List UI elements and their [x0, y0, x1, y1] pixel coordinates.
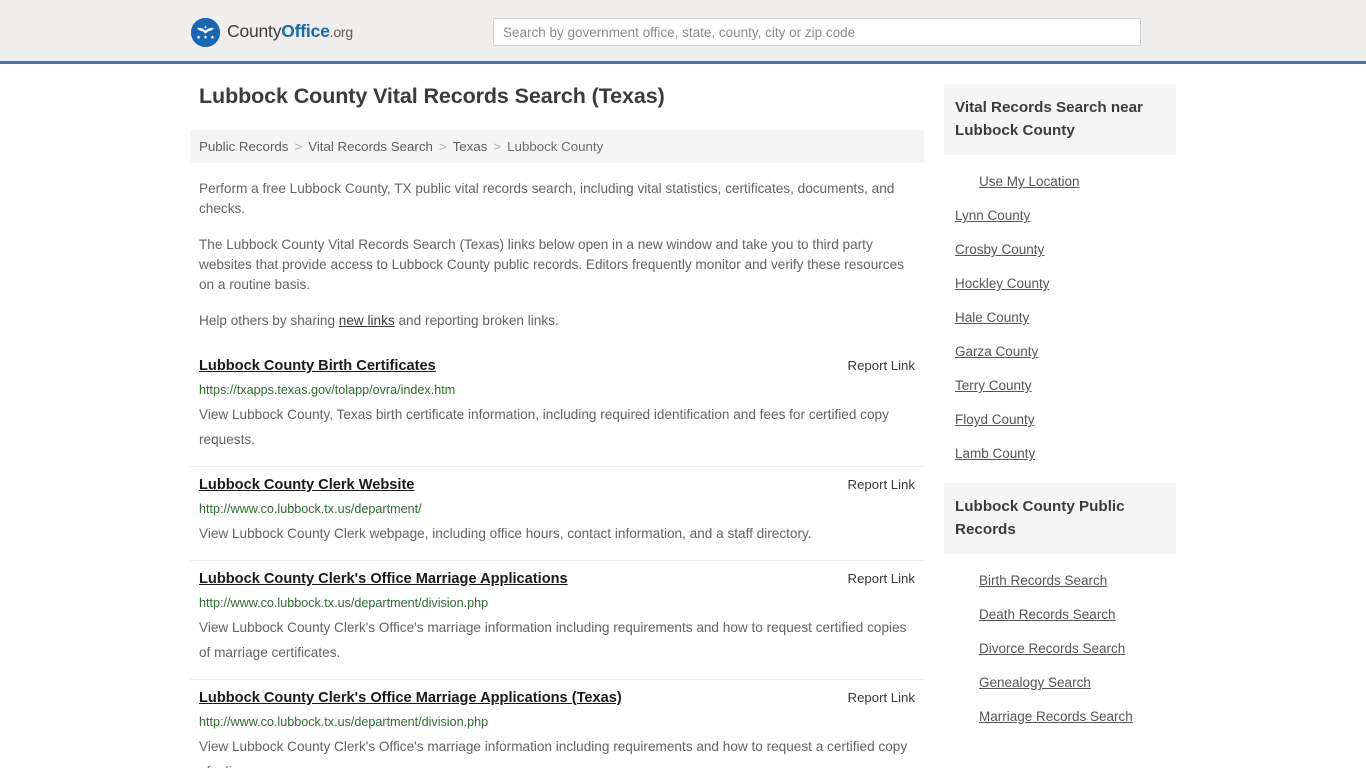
list-item: Death Records Search	[944, 598, 1176, 632]
logo-text-org: .org	[329, 24, 354, 41]
report-link-button[interactable]: Report Link	[848, 475, 915, 495]
list-item: Garza County	[944, 335, 1176, 369]
breadcrumb-separator: >	[493, 138, 502, 154]
results-list: Lubbock County Birth Certificates Report…	[190, 347, 924, 768]
public-records-box: Lubbock County Public Records Birth Reco…	[944, 483, 1176, 734]
report-link-button[interactable]: Report Link	[848, 569, 915, 589]
list-item: Terry County	[944, 369, 1176, 403]
breadcrumb-separator: >	[294, 138, 303, 154]
nearby-searches-box: Vital Records Search near Lubbock County…	[944, 84, 1176, 471]
result-title-link[interactable]: Lubbock County Clerk's Office Marriage A…	[199, 569, 568, 589]
result-title-link[interactable]: Lubbock County Birth Certificates	[199, 356, 436, 376]
intro-p3-after: and reporting broken links.	[394, 312, 559, 328]
breadcrumb-item-texas[interactable]: Texas	[453, 139, 488, 154]
public-records-list: Birth Records Search Death Records Searc…	[944, 554, 1176, 734]
use-my-location-link[interactable]: Use My Location	[944, 165, 1176, 199]
list-item: Marriage Records Search	[944, 700, 1176, 734]
list-item: Crosby County	[944, 233, 1176, 267]
result-item: Lubbock County Clerk's Office Marriage A…	[190, 561, 924, 680]
sidebar-item-death-records-search[interactable]: Death Records Search	[944, 598, 1176, 632]
search-bar[interactable]	[493, 18, 1141, 46]
intro-paragraph-1: Perform a free Lubbock County, TX public…	[199, 180, 895, 216]
list-item: Lynn County	[944, 199, 1176, 233]
new-links-link[interactable]: new links	[339, 313, 395, 328]
page-body: Lubbock County Vital Records Search (Tex…	[0, 64, 1366, 768]
intro-p3-before: Help others by sharing	[199, 312, 339, 328]
eagle-seal-icon	[191, 17, 220, 47]
nearby-searches-heading: Vital Records Search near Lubbock County	[944, 84, 1176, 155]
list-item: Genealogy Search	[944, 666, 1176, 700]
list-item: Use My Location	[944, 165, 1176, 199]
result-description: View Lubbock County Clerk's Office's mar…	[199, 619, 907, 660]
list-item: Birth Records Search	[944, 564, 1176, 598]
report-link-button[interactable]: Report Link	[848, 688, 915, 708]
result-url[interactable]: http://www.co.lubbock.tx.us/department/d…	[199, 714, 915, 730]
result-item: Lubbock County Clerk's Office Marriage A…	[190, 680, 924, 768]
logo-text-county: County	[227, 21, 282, 42]
sidebar: Vital Records Search near Lubbock County…	[944, 84, 1176, 746]
sidebar-item-genealogy-search[interactable]: Genealogy Search	[944, 666, 1176, 700]
nearby-searches-list: Use My Location Lynn County Crosby Count…	[944, 155, 1176, 471]
sidebar-item-floyd-county[interactable]: Floyd County	[944, 403, 1176, 437]
sidebar-item-marriage-records-search[interactable]: Marriage Records Search	[944, 700, 1176, 734]
result-url[interactable]: https://txapps.texas.gov/tolapp/ovra/ind…	[199, 382, 915, 398]
result-url[interactable]: http://www.co.lubbock.tx.us/department/	[199, 501, 915, 517]
breadcrumb-item-lubbock-county: Lubbock County	[507, 138, 604, 154]
site-header: CountyOffice.org	[0, 0, 1366, 64]
intro-paragraph-2: The Lubbock County Vital Records Search …	[199, 236, 904, 292]
sidebar-item-terry-county[interactable]: Terry County	[944, 369, 1176, 403]
result-url[interactable]: http://www.co.lubbock.tx.us/department/d…	[199, 595, 915, 611]
sidebar-item-lamb-county[interactable]: Lamb County	[944, 437, 1176, 471]
sidebar-item-lynn-county[interactable]: Lynn County	[944, 199, 1176, 233]
sidebar-item-birth-records-search[interactable]: Birth Records Search	[944, 564, 1176, 598]
breadcrumb-item-public-records[interactable]: Public Records	[199, 139, 288, 154]
sidebar-item-hale-county[interactable]: Hale County	[944, 301, 1176, 335]
result-item: Lubbock County Birth Certificates Report…	[190, 347, 924, 467]
page-title: Lubbock County Vital Records Search (Tex…	[199, 84, 665, 108]
breadcrumb-item-vital-records-search[interactable]: Vital Records Search	[308, 139, 433, 154]
result-item: Lubbock County Clerk Website Report Link…	[190, 467, 924, 561]
result-description: View Lubbock County Clerk's Office's mar…	[199, 738, 908, 768]
sidebar-item-hockley-county[interactable]: Hockley County	[944, 267, 1176, 301]
list-item: Floyd County	[944, 403, 1176, 437]
breadcrumb-separator: >	[438, 138, 447, 154]
main-column: Lubbock County Vital Records Search (Tex…	[190, 84, 924, 768]
sidebar-item-garza-county[interactable]: Garza County	[944, 335, 1176, 369]
intro-text: Perform a free Lubbock County, TX public…	[190, 179, 924, 331]
list-item: Lamb County	[944, 437, 1176, 471]
result-description: View Lubbock County, Texas birth certifi…	[199, 406, 889, 447]
list-item: Hale County	[944, 301, 1176, 335]
logo-text-office: Office	[281, 21, 330, 42]
site-logo[interactable]: CountyOffice.org	[191, 17, 353, 47]
result-title-link[interactable]: Lubbock County Clerk's Office Marriage A…	[199, 688, 622, 708]
intro-paragraph-3: Help others by sharing new links and rep…	[199, 311, 915, 331]
breadcrumb: Public Records > Vital Records Search > …	[190, 129, 924, 163]
sidebar-item-crosby-county[interactable]: Crosby County	[944, 233, 1176, 267]
result-description: View Lubbock County Clerk webpage, inclu…	[199, 525, 812, 541]
search-input[interactable]	[493, 18, 1141, 46]
list-item: Divorce Records Search	[944, 632, 1176, 666]
report-link-button[interactable]: Report Link	[848, 356, 915, 376]
site-logo-text: CountyOffice.org	[227, 23, 353, 41]
sidebar-item-divorce-records-search[interactable]: Divorce Records Search	[944, 632, 1176, 666]
public-records-heading: Lubbock County Public Records	[944, 483, 1176, 554]
result-title-link[interactable]: Lubbock County Clerk Website	[199, 475, 414, 495]
list-item: Hockley County	[944, 267, 1176, 301]
